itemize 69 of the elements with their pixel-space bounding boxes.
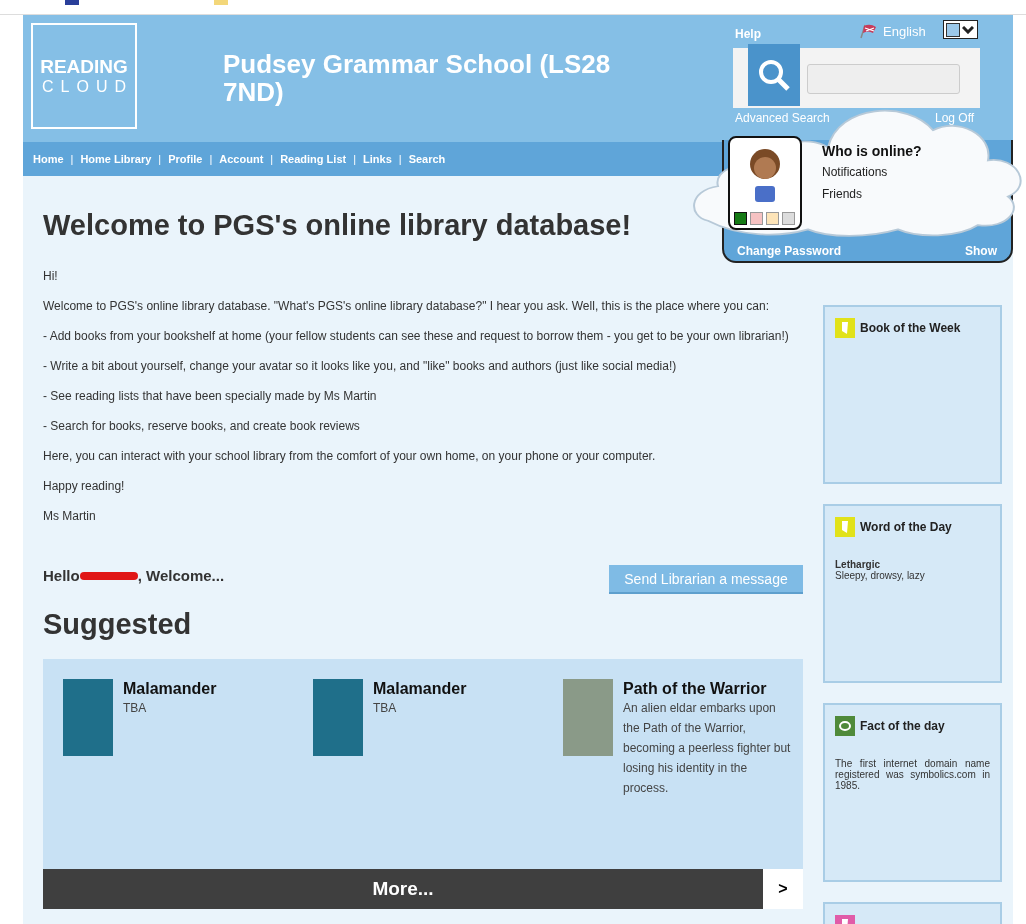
user-panel-link[interactable]: Notifications <box>822 165 888 179</box>
colour-swatch[interactable] <box>766 212 779 225</box>
colour-swatch[interactable] <box>782 212 795 225</box>
nav-link[interactable]: Profile <box>168 153 203 165</box>
book-description: An alien eldar embarks upon the Path of the Warrior, becoming a peerless fighter but losing his identity in the process. <box>623 700 791 797</box>
nav-separator: | <box>398 153 402 165</box>
colour-swatch[interactable] <box>750 212 763 225</box>
redaction-mark <box>79 571 138 580</box>
chevron-down-icon <box>962 25 974 34</box>
nav-link[interactable]: Account <box>219 153 264 165</box>
nav-link[interactable]: Home Library <box>80 153 152 165</box>
welcome-paragraph: Happy reading! <box>43 479 126 493</box>
book-description: TBA <box>373 700 398 717</box>
card-title: Fact of the day <box>860 719 945 733</box>
word-meaning: Sleepy, drowsy, lazy <box>835 570 926 581</box>
welcome-paragraph: - Search for books, reserve books, and create book reviews <box>43 419 361 433</box>
avatar-card[interactable] <box>728 136 802 230</box>
greeting-text: Hello <box>43 567 80 584</box>
nav-link[interactable]: Home <box>33 153 64 165</box>
nav-link[interactable]: Links <box>363 153 392 165</box>
school-name: Pudsey Grammar School (LS28 7ND) <box>223 50 612 109</box>
nav-separator: | <box>353 153 357 165</box>
search-button[interactable] <box>748 44 800 106</box>
next-button[interactable]: > <box>763 869 803 909</box>
reading-cloud-logo[interactable]: READING CLOUD <box>31 23 137 129</box>
book-title[interactable]: Malamander <box>123 680 217 698</box>
nav-link[interactable]: Reading List <box>280 153 347 165</box>
log-off-link[interactable]: Log Off <box>935 111 975 125</box>
book-cover-placeholder[interactable] <box>563 679 613 756</box>
book-cover-placeholder[interactable] <box>63 679 113 756</box>
send-message-button[interactable]: Send Librarian a message <box>609 565 803 594</box>
change-password-link[interactable]: Change Password <box>737 244 842 258</box>
show-link[interactable]: Show <box>965 244 997 258</box>
search-icon <box>757 58 791 92</box>
more-button[interactable]: More... <box>43 869 763 909</box>
greeting-text: , Welcome... <box>137 567 225 584</box>
logo-text: READING <box>40 56 128 78</box>
nav-separator: | <box>158 153 162 165</box>
logo-text: CLOUD <box>42 78 133 96</box>
search-field[interactable] <box>807 64 960 94</box>
card-title: Book of the Week <box>860 321 961 335</box>
welcome-paragraph: Here, you can interact with your school library from the comfort of your own home, on your phone or your computer. <box>43 449 657 463</box>
word-of-day: Lethargic <box>835 559 990 570</box>
welcome-paragraph: Hi! <box>43 269 59 283</box>
fact-text: The first internet domain name registered was symbolics.com in 1985. <box>835 758 990 791</box>
nav-separator: | <box>270 153 274 165</box>
who-is-online-heading: Who is online? <box>822 143 922 159</box>
welcome-paragraph: Ms Martin <box>43 509 97 523</box>
colour-swatch[interactable] <box>734 212 747 225</box>
book-cover-placeholder[interactable] <box>313 679 363 756</box>
user-panel-link[interactable]: Friends <box>822 187 862 201</box>
theme-dropdown[interactable] <box>943 20 978 39</box>
suggested-heading: Suggested <box>43 608 193 641</box>
book-title[interactable]: Path of the Warrior <box>623 680 791 698</box>
welcome-paragraph: - See reading lists that have been specially made by Ms Martin <box>43 389 378 403</box>
card-title: Word of the Day <box>860 520 952 534</box>
nav-link[interactable]: Search <box>408 153 446 165</box>
help-link[interactable]: Help <box>735 27 761 41</box>
nav-separator: | <box>70 153 74 165</box>
welcome-heading: Welcome to PGS's online library database! <box>43 209 632 242</box>
welcome-paragraph: - Add books from your bookshelf at home (your fellow students can see these and request to borrow them - you get to be your own librarian!) <box>43 329 790 343</box>
language-link[interactable]: English <box>859 23 926 39</box>
advanced-search-link[interactable]: Advanced Search <box>735 111 830 125</box>
book-title[interactable]: Malamander <box>373 680 467 698</box>
book-description: TBA <box>123 700 148 717</box>
nav-separator: | <box>209 153 213 165</box>
flag-icon <box>859 23 877 39</box>
welcome-paragraph: Welcome to PGS's online library database. "What's PGS's online library database?" I hear you ask. Well, this is the place where you can: <box>43 299 770 313</box>
welcome-paragraph: - Write a bit about yourself, change your avatar so it looks like you, and "like" books and authors (just like social media!) <box>43 359 678 373</box>
